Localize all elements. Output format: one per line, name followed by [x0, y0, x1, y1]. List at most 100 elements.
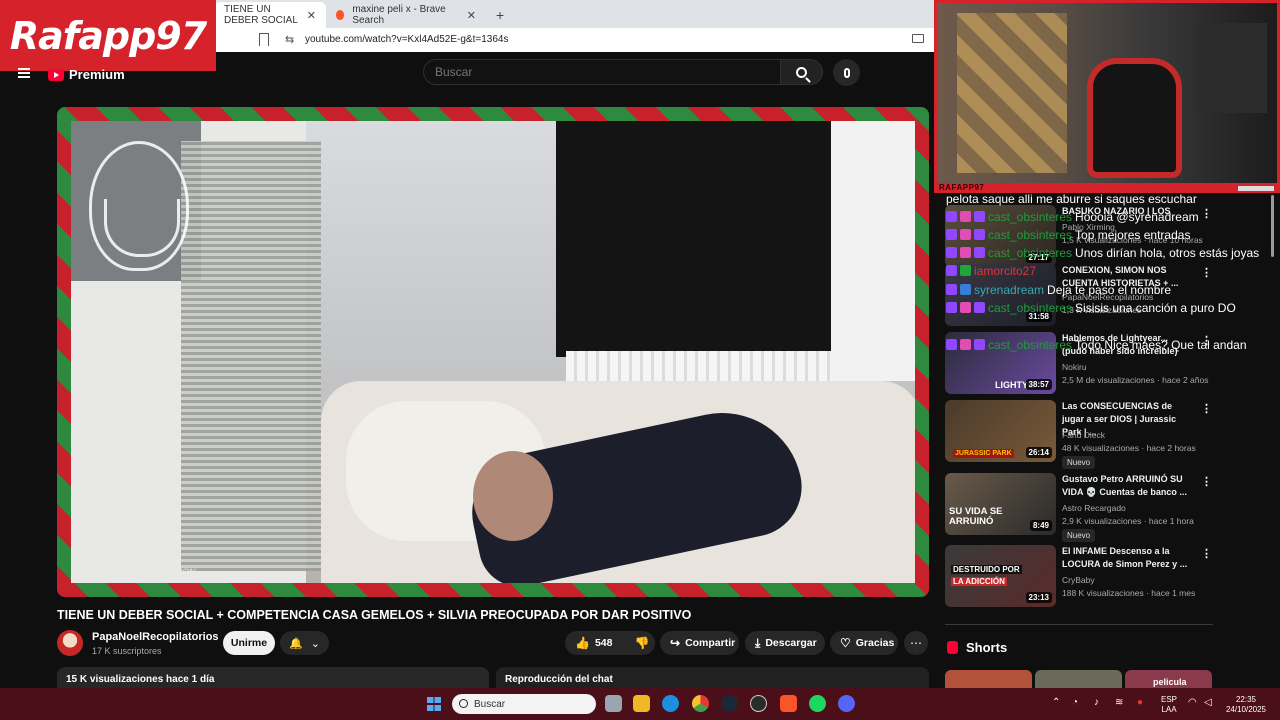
download-button[interactable]: ⤓ Descargar [745, 631, 825, 655]
menu-icon[interactable] [18, 68, 30, 78]
kebab-menu-icon[interactable]: ⋮ [1201, 207, 1212, 220]
video-title: TIENE UN DEBER SOCIAL + COMPETENCIA CASA… [57, 608, 692, 622]
video-frame: Silvia y Simon CONEXION [71, 121, 915, 583]
network-icon[interactable]: ≋ [1115, 697, 1123, 708]
edge-icon[interactable] [662, 695, 679, 712]
youtube-logo[interactable]: Premium [48, 67, 125, 82]
tab-active-title: TIENE UN DEBER SOCIAL [224, 4, 298, 26]
language-bottom: LAA [1161, 705, 1177, 714]
duration-badge: 23:13 [1025, 592, 1052, 603]
recommendation-item[interactable]: JURASSIC PARK 26:14 Las CONSECUENCIAS de… [945, 400, 1215, 469]
language-indicator[interactable]: ESP LAA [1158, 695, 1180, 715]
video-thumbnail[interactable]: SU VIDA SE ARRUINÓ 8:49 [945, 473, 1056, 535]
wifi-icon[interactable]: ◠ [1188, 697, 1197, 708]
recommendation-channel[interactable]: CryBaby [1062, 575, 1095, 585]
bookmark-icon[interactable] [259, 33, 269, 46]
share-button[interactable]: ↪ Compartir [660, 631, 739, 655]
chrome-icon[interactable] [692, 695, 709, 712]
clock-date: 24/10/2025 [1225, 705, 1267, 714]
discord-icon[interactable] [838, 695, 855, 712]
tray-chevron-icon[interactable]: ⌃ [1052, 697, 1060, 708]
recommendation-channel[interactable]: Nokiru [1062, 362, 1087, 372]
recommendation-item[interactable]: SU VIDA SE ARRUINÓ 8:49 Gustavo Petro AR… [945, 473, 1215, 542]
chat-username: cast_obsinteres [988, 300, 1073, 315]
notifications-button[interactable]: 🔔 ⌄ [280, 631, 329, 655]
clock[interactable]: 22:35 24/10/2025 [1220, 695, 1272, 715]
video-thumbnail[interactable]: DESTRUIDO POR LA ADICCIÓN 23:13 [945, 545, 1056, 607]
windows-start-icon[interactable] [427, 697, 441, 711]
chat-message: iamorcito27 [946, 263, 1036, 278]
like-count[interactable]: 548 [595, 637, 613, 649]
cast-icon[interactable] [912, 34, 924, 43]
shorts-title: Shorts [966, 640, 1008, 655]
recommendation-channel[interactable]: Astro Recargado [1062, 503, 1126, 513]
recommendation-title[interactable]: Gustavo Petro ARRUINÓ SU VIDA 💀 Cuentas … [1062, 473, 1192, 499]
channel-name[interactable]: PapaNoelRecopilatorios [92, 631, 219, 643]
kebab-menu-icon[interactable]: ⋮ [1201, 266, 1212, 279]
video-money-stack [181, 141, 321, 571]
steam-icon[interactable] [721, 695, 738, 712]
tab-active[interactable]: TIENE UN DEBER SOCIAL ✕ [214, 2, 326, 28]
tab-brave-search[interactable]: maxine peli x - Brave Search ✕ [326, 2, 486, 28]
streamer-logo: Rafapp97 [0, 0, 216, 71]
site-info-icon[interactable]: ⇆ [285, 33, 294, 46]
thumbnail-text: JURASSIC PARK [953, 449, 1014, 458]
channel-avatar[interactable] [57, 630, 83, 656]
chat-message: cast_obsinteres Todo Nice maes? Que tal … [946, 337, 1247, 352]
file-explorer-icon[interactable] [633, 695, 650, 712]
close-tab-icon[interactable]: ✕ [307, 9, 316, 22]
search-bar [423, 59, 823, 85]
like-icon[interactable]: 👍 [575, 636, 590, 650]
new-badge: Nuevo [1062, 456, 1096, 469]
search-button[interactable] [781, 59, 823, 85]
recommendation-channel[interactable]: Farid Dieck [1062, 430, 1105, 440]
dislike-icon[interactable]: 👎 [634, 636, 649, 650]
tray-record-icon[interactable]: ● [1137, 697, 1143, 708]
tray-app-icon[interactable]: ◔ [1072, 697, 1078, 708]
more-actions-button[interactable]: ⋯ [904, 631, 928, 655]
short-thumbnail[interactable] [945, 670, 1032, 690]
spotify-icon[interactable] [809, 695, 826, 712]
kebab-menu-icon[interactable]: ⋮ [1201, 402, 1212, 415]
badge-icon [974, 229, 985, 240]
subscriber-badge-icon [960, 211, 971, 222]
search-input[interactable] [423, 59, 781, 85]
share-icon: ↪ [670, 636, 681, 650]
chat-username: cast_obsinteres [988, 245, 1073, 260]
voice-search-button[interactable] [833, 59, 860, 86]
kebab-menu-icon[interactable]: ⋮ [1201, 475, 1212, 488]
recommendation-meta: 188 K visualizaciones · hace 1 mes [1062, 588, 1196, 598]
recommendation-item[interactable]: DESTRUIDO POR LA ADICCIÓN 23:13 El INFAM… [945, 545, 1215, 609]
thanks-button[interactable]: ♡ Gracias [830, 631, 898, 655]
short-thumbnail[interactable] [1035, 670, 1122, 690]
url-field[interactable]: youtube.com/watch?v=Kxl4Ad52E-g&t=1364s [305, 34, 508, 45]
badge-icon [960, 284, 971, 295]
new-tab-button[interactable]: + [486, 2, 514, 28]
sidebar-scrollbar[interactable] [1271, 195, 1274, 257]
recommendation-title[interactable]: El INFAME Descenso a la LOCURA de Simon … [1062, 545, 1192, 571]
volume-icon[interactable]: ♪ [1094, 697, 1099, 708]
kebab-menu-icon[interactable]: ⋮ [1201, 547, 1212, 560]
chat-message: pelota saque alli me aburre si saques es… [946, 191, 1197, 206]
taskbar-search[interactable]: Buscar [452, 694, 596, 714]
download-icon: ⤓ [755, 635, 761, 650]
chat-message-text: pelota saque alli me aburre si saques es… [946, 191, 1197, 206]
subscriber-badge-icon [960, 302, 971, 313]
close-tab-icon[interactable]: ✕ [467, 9, 476, 22]
video-player[interactable]: Silvia y Simon CONEXION [57, 107, 929, 597]
twitch-icon [946, 265, 957, 276]
video-thumbnail[interactable]: JURASSIC PARK 26:14 [945, 400, 1056, 462]
gaming-chair [1087, 58, 1182, 178]
join-button[interactable]: Unirme [223, 631, 275, 655]
badge-icon [960, 265, 971, 276]
santa-icon [89, 141, 189, 271]
webcam-frame [1197, 23, 1267, 113]
obs-icon[interactable] [750, 695, 767, 712]
chat-replay-label: Reproducción del chat [505, 674, 613, 685]
logo-text: Rafapp97 [9, 13, 207, 58]
chat-username: syrenadream [974, 282, 1045, 297]
brave-icon[interactable] [780, 695, 797, 712]
task-view-icon[interactable] [605, 695, 622, 712]
webcam-bar [1238, 186, 1274, 191]
speaker-icon[interactable]: ◁ [1204, 697, 1212, 708]
